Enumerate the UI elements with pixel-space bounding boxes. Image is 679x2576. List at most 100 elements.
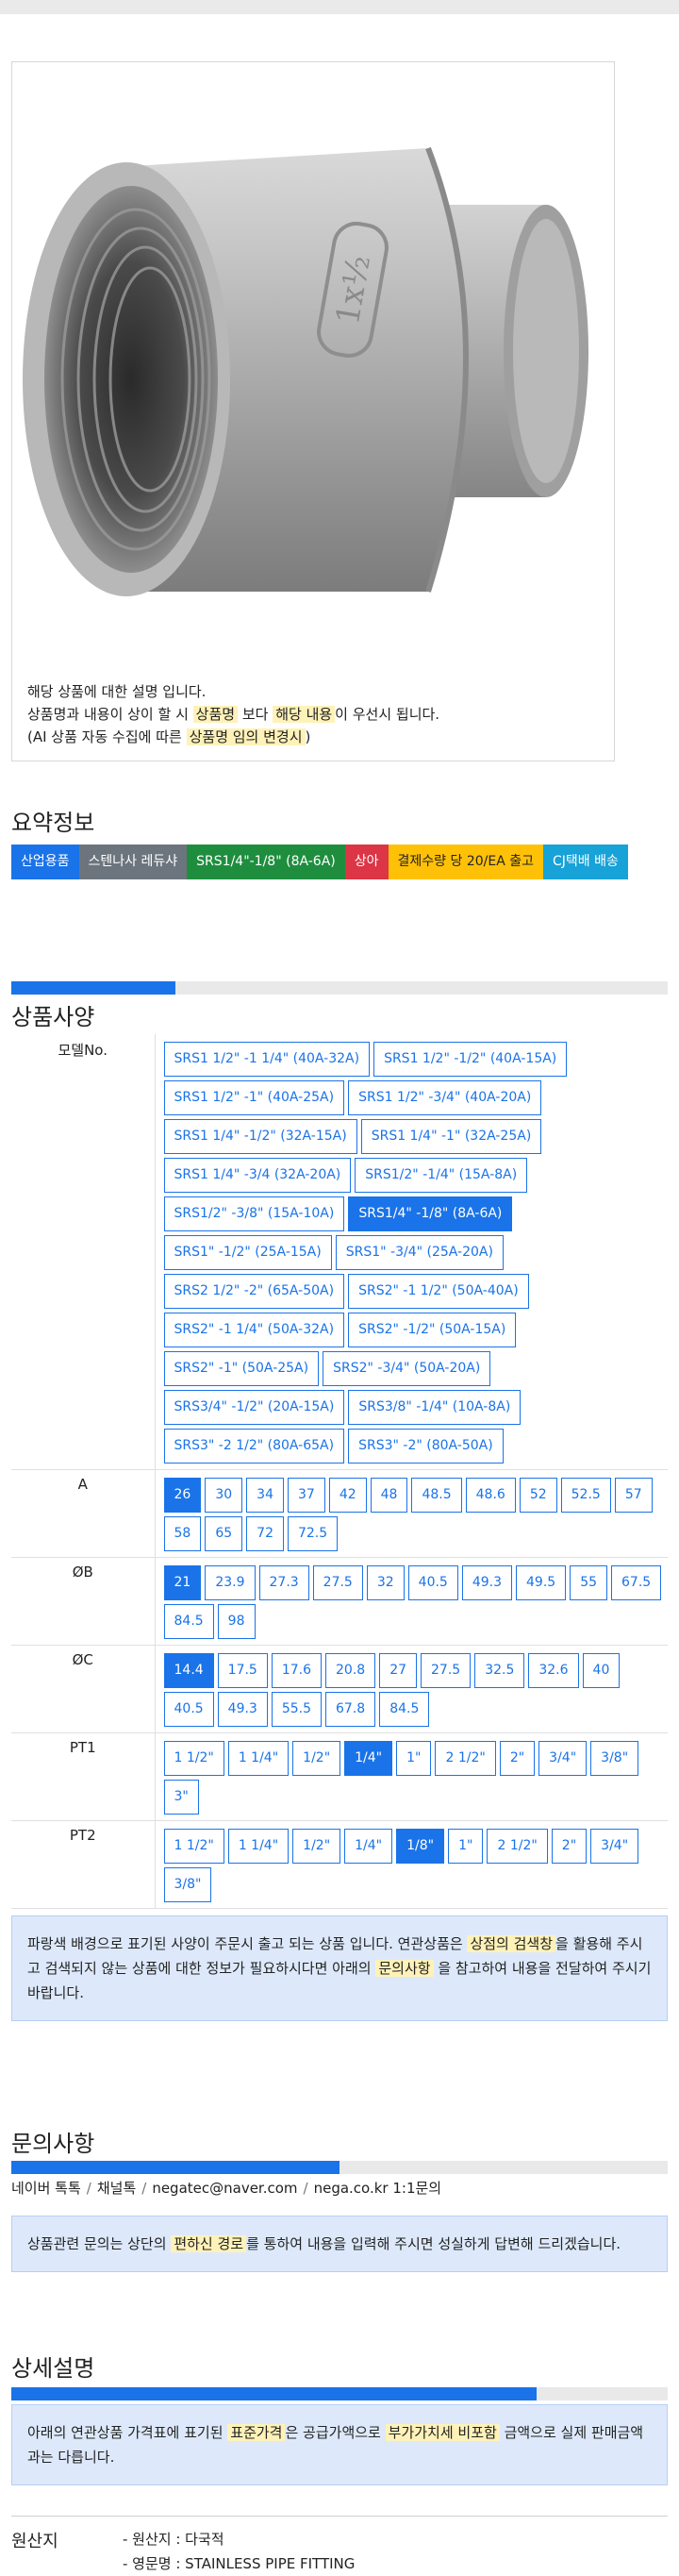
spec-option-button[interactable]: 34 bbox=[246, 1478, 284, 1513]
spec-option-button[interactable]: 72 bbox=[246, 1516, 284, 1551]
spec-option-button[interactable]: 49.3 bbox=[217, 1692, 268, 1727]
spec-options: 1 1/2" 1 1/4" 1/2" 1/4" 1/8" 1" 2 1/2" 2" 3/4" 3/… bbox=[154, 1820, 668, 1909]
spec-option-button[interactable]: 52 bbox=[519, 1478, 557, 1513]
spec-option-button[interactable]: 1 1/2" bbox=[163, 1741, 224, 1776]
spec-option-button[interactable]: 65 bbox=[205, 1516, 243, 1551]
spec-option-button[interactable]: 52.5 bbox=[560, 1478, 611, 1513]
spec-option-button[interactable]: SRS2" -1 1/2" (50A-40A) bbox=[348, 1274, 529, 1309]
spec-options: SRS1 1/2" -1 1/4" (40A-32A) SRS1 1/2" -1/… bbox=[154, 1034, 668, 1470]
spec-option-button[interactable]: SRS1 1/2" -1" (40A-25A) bbox=[163, 1080, 345, 1115]
spec-option-button[interactable]: SRS1" -1/2" (25A-15A) bbox=[163, 1235, 332, 1270]
spec-option-button[interactable]: 3/4" bbox=[538, 1741, 588, 1776]
summary-tag: CJ택배 배송 bbox=[542, 845, 628, 879]
spec-option-button[interactable]: SRS2 1/2" -2" (65A-50A) bbox=[163, 1274, 345, 1309]
spec-option-button[interactable]: 27.5 bbox=[312, 1565, 363, 1600]
spec-option-button[interactable]: 55.5 bbox=[271, 1692, 323, 1727]
spec-option-button[interactable]: SRS1 1/4" -3/4 (32A-20A) bbox=[163, 1158, 352, 1193]
spec-option-button[interactable]: 1/2" bbox=[292, 1741, 341, 1776]
spec-option-button[interactable]: 98 bbox=[217, 1604, 256, 1639]
spec-option-button[interactable]: SRS1/2" -1/4" (15A-8A) bbox=[355, 1158, 528, 1193]
spec-option-button[interactable]: SRS1/2" -3/8" (15A-10A) bbox=[163, 1196, 345, 1231]
contact-link[interactable]: 네이버 톡톡 bbox=[11, 2180, 81, 2197]
spec-option-button[interactable]: 3/8" bbox=[163, 1867, 212, 1902]
spec-option-button[interactable]: 1/2" bbox=[292, 1829, 341, 1864]
spec-option-button[interactable]: SRS1 1/4" -1" (32A-25A) bbox=[360, 1119, 542, 1154]
notes-line-3: (AI 상품 자동 수집에 따른 상품명 임의 변경시) bbox=[27, 726, 439, 748]
spec-option-button[interactable]: 1 1/4" bbox=[227, 1829, 290, 1864]
spec-option-button[interactable]: 20.8 bbox=[325, 1653, 376, 1688]
spec-option-button[interactable]: 84.5 bbox=[379, 1692, 430, 1727]
spec-options: 14.4 17.5 17.6 20.8 27 27.5 32.5 32.6 40 40.5 49.3… bbox=[154, 1645, 668, 1733]
spec-option-button[interactable]: SRS3" -2" (80A-50A) bbox=[348, 1429, 504, 1464]
spec-option-button[interactable]: SRS3/4" -1/2" (20A-15A) bbox=[163, 1390, 345, 1425]
spec-option-button[interactable]: SRS1 1/2" -1 1/4" (40A-32A) bbox=[163, 1042, 371, 1077]
spec-option-button[interactable]: 84.5 bbox=[163, 1604, 214, 1639]
spec-option-button[interactable]: SRS1 1/2" -3/4" (40A-20A) bbox=[348, 1080, 542, 1115]
spec-option-button[interactable]: 23.9 bbox=[205, 1565, 256, 1600]
spec-option-button[interactable]: 17.5 bbox=[217, 1653, 268, 1688]
notice-highlight: 상점의 검색창 bbox=[467, 1935, 556, 1952]
spec-option-button[interactable]: 32.5 bbox=[474, 1653, 525, 1688]
spec-option-button[interactable]: SRS1/4" -1/8" (8A-6A) bbox=[348, 1196, 513, 1231]
contact-separator: / bbox=[86, 2180, 91, 2197]
spec-option-button[interactable]: SRS3" -2 1/2" (80A-65A) bbox=[163, 1429, 345, 1464]
detail-progress bbox=[11, 2387, 668, 2400]
spec-option-button[interactable]: 48 bbox=[370, 1478, 408, 1513]
spec-option-button[interactable]: 3/4" bbox=[590, 1829, 639, 1864]
spec-option-button[interactable]: 57 bbox=[614, 1478, 653, 1513]
contact-link[interactable]: negatec@naver.com bbox=[152, 2180, 297, 2197]
spec-row-label: PT1 bbox=[11, 1732, 155, 1821]
spec-option-button[interactable]: 2 1/2" bbox=[435, 1741, 496, 1776]
spec-option-button[interactable]: 27 bbox=[379, 1653, 418, 1688]
spec-option-button[interactable]: 1 1/4" bbox=[227, 1741, 290, 1776]
spec-option-button[interactable]: 40 bbox=[582, 1653, 621, 1688]
notes-text: 상품명과 내용이 상이 할 시 bbox=[27, 706, 193, 723]
spec-option-button[interactable]: SRS2" -1 1/4" (50A-32A) bbox=[163, 1313, 345, 1347]
spec-option-button[interactable]: 3" bbox=[163, 1780, 199, 1815]
spec-option-button[interactable]: 49.3 bbox=[461, 1565, 513, 1600]
spec-option-button[interactable]: SRS2" -3/4" (50A-20A) bbox=[323, 1351, 491, 1386]
spec-option-button[interactable]: 1/4" bbox=[344, 1741, 393, 1776]
spec-option-button[interactable]: 27.5 bbox=[421, 1653, 472, 1688]
spec-option-button[interactable]: 72.5 bbox=[287, 1516, 339, 1551]
spec-option-button[interactable]: 17.6 bbox=[271, 1653, 323, 1688]
contact-link[interactable]: nega.co.kr 1:1문의 bbox=[314, 2180, 442, 2197]
spec-option-button[interactable]: SRS2" -1" (50A-25A) bbox=[163, 1351, 320, 1386]
spec-option-button[interactable]: 3/8" bbox=[590, 1741, 639, 1776]
spec-option-button[interactable]: 58 bbox=[163, 1516, 202, 1551]
detail-title: 상세설명 bbox=[11, 2355, 95, 2382]
spec-option-button[interactable]: 32 bbox=[366, 1565, 405, 1600]
spec-option-button[interactable]: 26 bbox=[163, 1478, 202, 1513]
spec-option-button[interactable]: SRS1 1/4" -1/2" (32A-15A) bbox=[163, 1119, 357, 1154]
spec-option-button[interactable]: 48.6 bbox=[465, 1478, 516, 1513]
spec-option-button[interactable]: 1/4" bbox=[344, 1829, 393, 1864]
spec-option-button[interactable]: 40.5 bbox=[163, 1692, 214, 1727]
spec-option-button[interactable]: SRS1" -3/4" (25A-20A) bbox=[335, 1235, 504, 1270]
spec-option-button[interactable]: 1" bbox=[396, 1741, 432, 1776]
spec-option-button[interactable]: 1 1/2" bbox=[163, 1829, 224, 1864]
spec-option-button[interactable]: SRS1 1/2" -1/2" (40A-15A) bbox=[373, 1042, 568, 1077]
spec-option-button[interactable]: 30 bbox=[205, 1478, 243, 1513]
spec-option-button[interactable]: 55 bbox=[570, 1565, 608, 1600]
spec-option-button[interactable]: 1/8" bbox=[396, 1829, 445, 1864]
spec-option-button[interactable]: 1" bbox=[448, 1829, 484, 1864]
spec-option-button[interactable]: 27.3 bbox=[258, 1565, 309, 1600]
spec-table: 모델No. SRS1 1/2" -1 1/4" (40A-32A) SRS1 1/2… bbox=[11, 1034, 668, 1909]
spec-option-button[interactable]: 49.5 bbox=[516, 1565, 567, 1600]
spec-option-button[interactable]: 2" bbox=[499, 1741, 536, 1776]
spec-option-button[interactable]: 48.5 bbox=[411, 1478, 462, 1513]
spec-option-button[interactable]: 37 bbox=[287, 1478, 325, 1513]
spec-option-button[interactable]: 14.4 bbox=[163, 1653, 214, 1688]
spec-option-button[interactable]: 2" bbox=[551, 1829, 588, 1864]
detail-notice: 아래의 연관상품 가격표에 표기된 표준가격 은 공급가액으로 부가가치세 비포함… bbox=[11, 2404, 668, 2485]
spec-option-button[interactable]: 67.8 bbox=[325, 1692, 376, 1727]
spec-option-button[interactable]: 2 1/2" bbox=[487, 1829, 548, 1864]
spec-option-button[interactable]: 67.5 bbox=[611, 1565, 662, 1600]
spec-option-button[interactable]: SRS3/8" -1/4" (10A-8A) bbox=[348, 1390, 522, 1425]
contact-link[interactable]: 채널톡 bbox=[97, 2180, 136, 2197]
spec-option-button[interactable]: 42 bbox=[328, 1478, 367, 1513]
spec-option-button[interactable]: 40.5 bbox=[407, 1565, 458, 1600]
spec-option-button[interactable]: 32.6 bbox=[528, 1653, 579, 1688]
spec-option-button[interactable]: 21 bbox=[163, 1565, 202, 1600]
spec-option-button[interactable]: SRS2" -1/2" (50A-15A) bbox=[348, 1313, 517, 1347]
